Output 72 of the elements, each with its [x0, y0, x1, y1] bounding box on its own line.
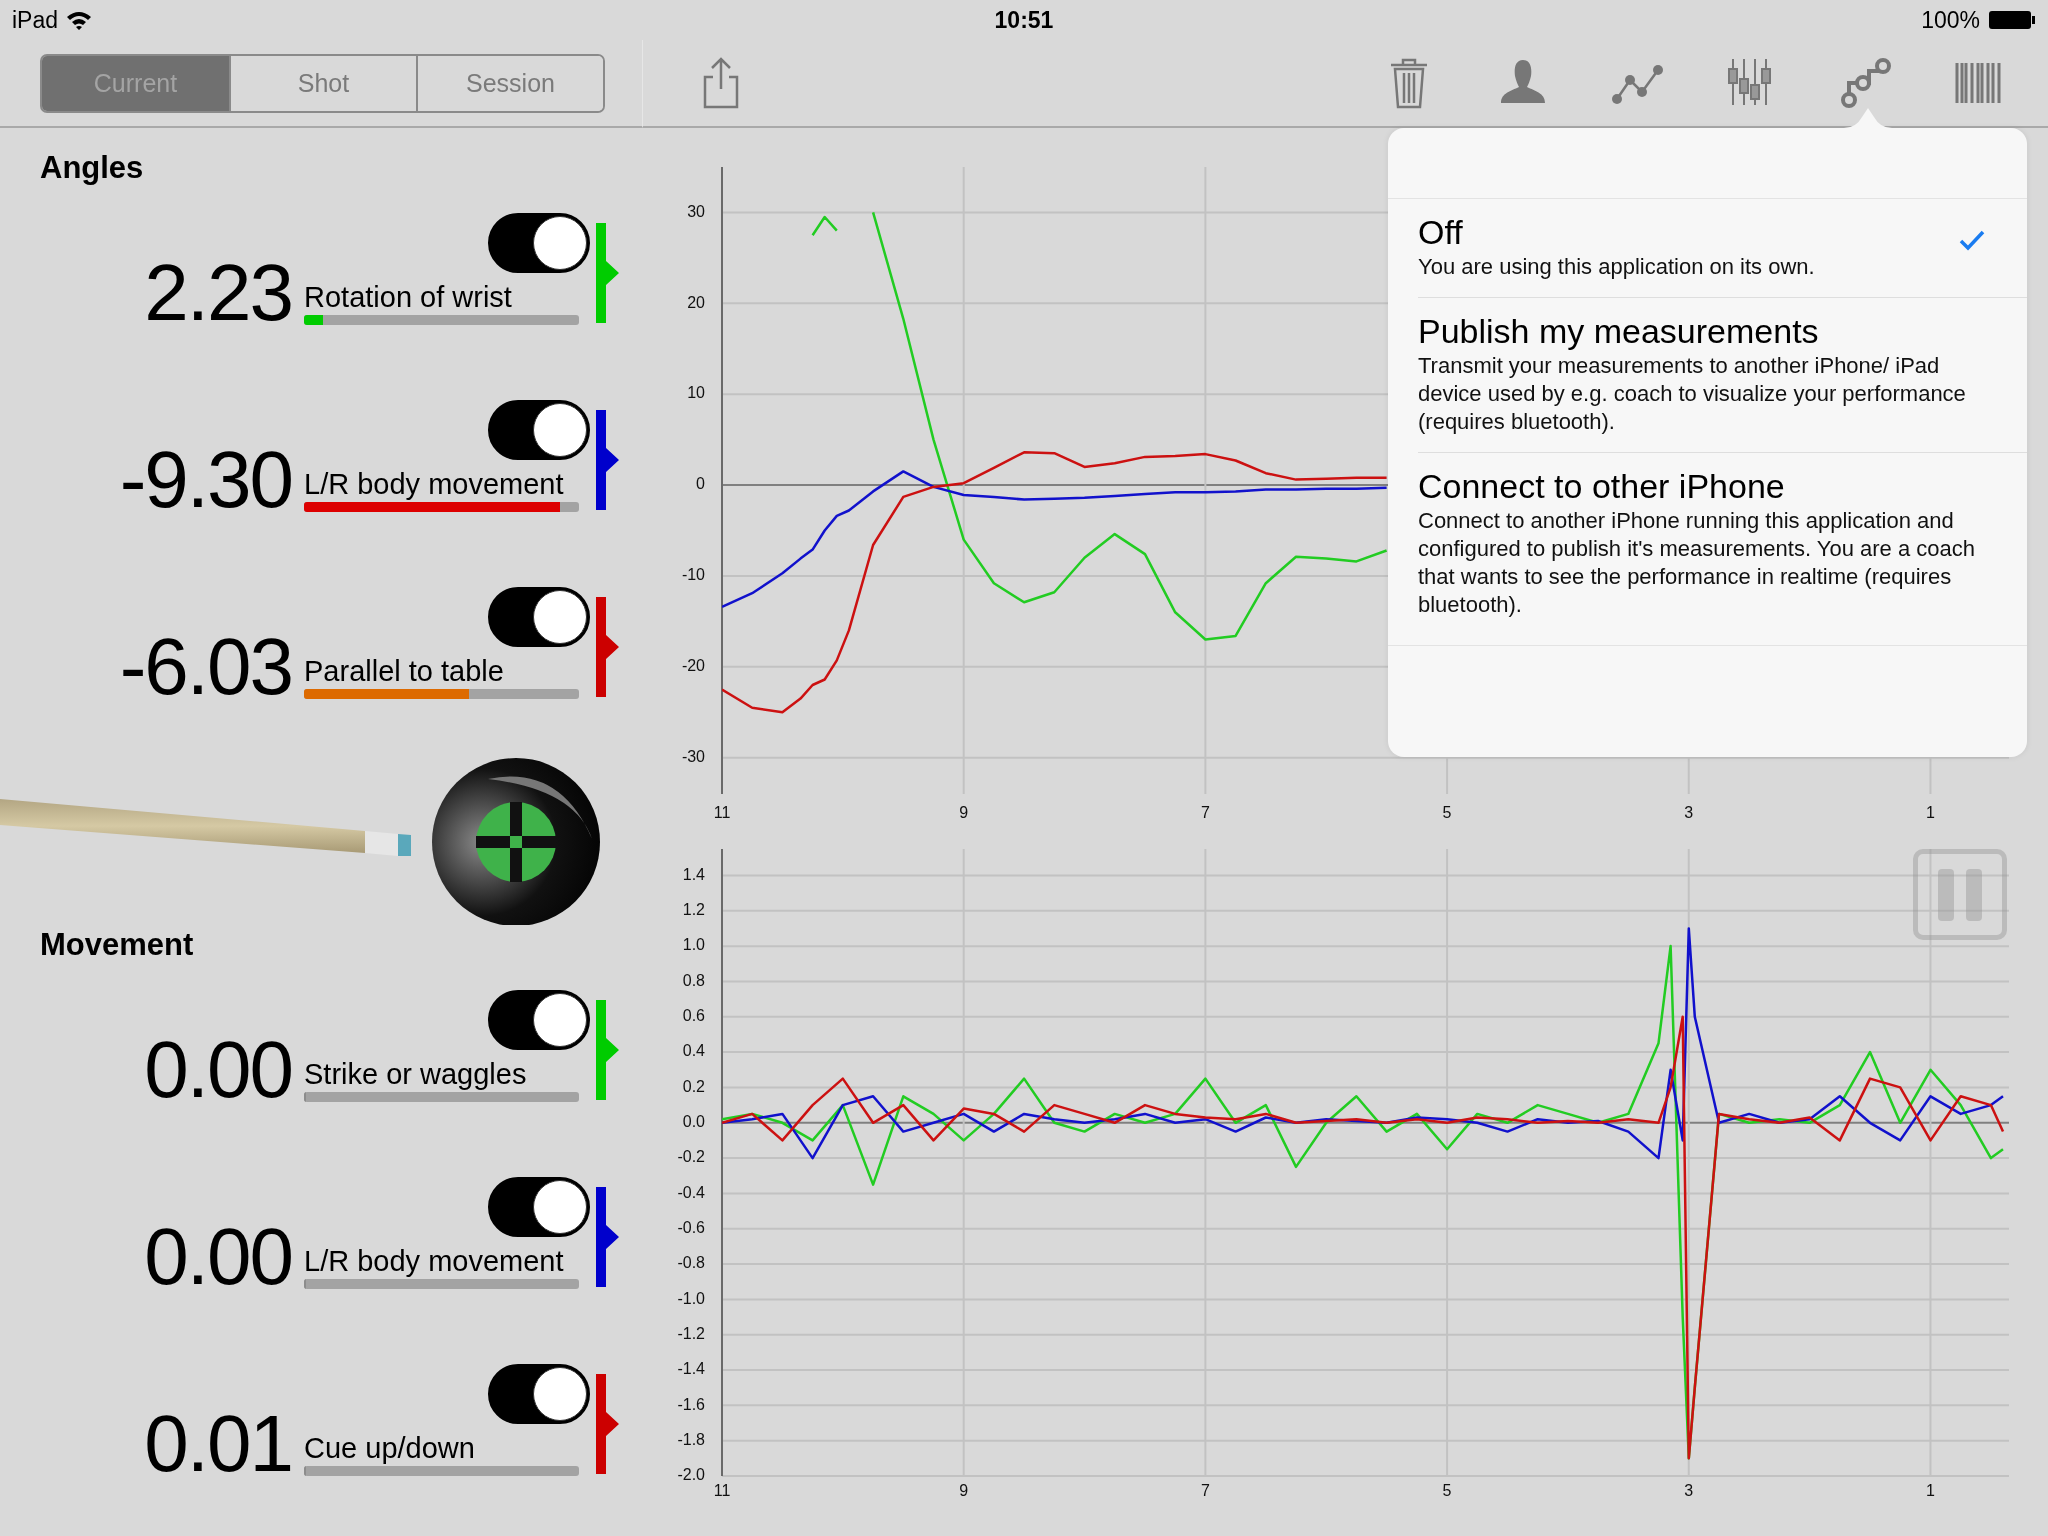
axis-label: 11 [713, 804, 731, 821]
axis-label: -1.0 [677, 1289, 705, 1307]
angle-value: 0.00 [143, 1217, 292, 1297]
wifi-icon [66, 10, 93, 30]
axis-label: 5 [1442, 804, 1452, 821]
axis-label: 0.2 [682, 1077, 705, 1095]
toggle-switch[interactable] [488, 990, 590, 1050]
angle-value: -6.03 [118, 627, 292, 707]
measure-label: Cue up/down [304, 1431, 476, 1466]
menu-option[interactable]: Publish my measurements Transmit your measurements to another iPhone/ iPad device used by e.g. coach to visualize your performance (requires bluetooth). [1388, 298, 2027, 453]
toggle-switch[interactable] [488, 213, 590, 273]
axis-label: -0.6 [677, 1218, 705, 1236]
option-title: Publish my measurements [1418, 311, 1820, 352]
axis-label: -0.4 [677, 1183, 705, 1201]
axis-label: -30 [681, 747, 705, 765]
axis-label: 1.4 [682, 865, 705, 883]
axis-label: -2.0 [677, 1466, 705, 1484]
option-description: You are using this application on its own. [1418, 253, 1816, 281]
axis-label: -1.4 [677, 1360, 705, 1378]
section-heading: Angles [39, 149, 145, 187]
clock-time: 10:51 [994, 6, 1054, 34]
axis-label: 10 [687, 384, 705, 402]
axis-label: 5 [1442, 1482, 1452, 1499]
axis-label: -0.8 [677, 1254, 705, 1272]
axis-label: 1.0 [682, 936, 705, 954]
battery-percent: 100% [1921, 6, 1980, 34]
angle-value: 0.00 [143, 1030, 292, 1110]
axis-label: 0.0 [682, 1113, 705, 1130]
axis-label: 7 [1200, 1482, 1210, 1499]
measure-label: L/R body movement [304, 1244, 565, 1279]
toggle-switch[interactable] [488, 587, 590, 647]
axis-label: 9 [959, 1482, 969, 1499]
axis-label: 20 [687, 293, 705, 311]
carrier-text: iPad [12, 6, 59, 34]
menu-option[interactable]: Off You are using this application on its own. [1388, 199, 2027, 298]
axis-label: 0 [696, 475, 705, 493]
toggle-switch[interactable] [488, 1364, 590, 1424]
option-title: Off [1418, 212, 1464, 253]
axis-label: 0.8 [682, 971, 705, 989]
axis-label: 7 [1200, 804, 1210, 821]
axis-label: 3 [1684, 1482, 1694, 1499]
axis-label: 0.6 [682, 1007, 705, 1024]
toggle-switch[interactable] [488, 1177, 590, 1237]
angle-value: -9.30 [118, 440, 292, 520]
axis-label: 11 [713, 1482, 731, 1499]
measure-label: Parallel to table [304, 654, 505, 689]
axis-label: -1.2 [677, 1324, 705, 1342]
axis-label: 9 [959, 804, 969, 821]
angle-value: 0.01 [143, 1404, 292, 1484]
segment-tab[interactable]: Session [416, 55, 603, 111]
axis-label: 1 [1926, 804, 1935, 821]
measure-label: Rotation of wrist [304, 280, 513, 315]
toggle-switch[interactable] [488, 400, 590, 460]
axis-label: 3 [1684, 804, 1694, 821]
axis-label: 30 [687, 202, 705, 220]
menu-option[interactable] [1388, 453, 2027, 645]
battery-icon [1988, 10, 2036, 30]
option-description: Connect to another iPhone running this application and configured to publish it's measurements. You are a coach that wants to see the performance in realtime (requires bluetooth). [1418, 507, 1976, 619]
axis-label: -1.6 [677, 1395, 705, 1413]
measure-label: L/R body movement [304, 467, 565, 502]
section-heading: Movement [39, 926, 195, 964]
option-title: Connect to other iPhone [1418, 466, 1786, 507]
axis-label: 1.2 [682, 901, 705, 919]
axis-label: -1.8 [677, 1430, 705, 1448]
angle-value: 2.23 [143, 253, 292, 333]
axis-label: -0.2 [677, 1148, 705, 1166]
axis-label: 0.4 [682, 1042, 705, 1060]
measure-label: Strike or waggles [304, 1057, 528, 1092]
axis-label: -20 [681, 657, 705, 674]
axis-label: 1 [1926, 1482, 1935, 1499]
option-description: Transmit your measurements to another iPhone/ iPad device used by e.g. coach to visualize your performance (requires bluetooth). [1418, 352, 1967, 436]
axis-label: -10 [681, 566, 705, 584]
